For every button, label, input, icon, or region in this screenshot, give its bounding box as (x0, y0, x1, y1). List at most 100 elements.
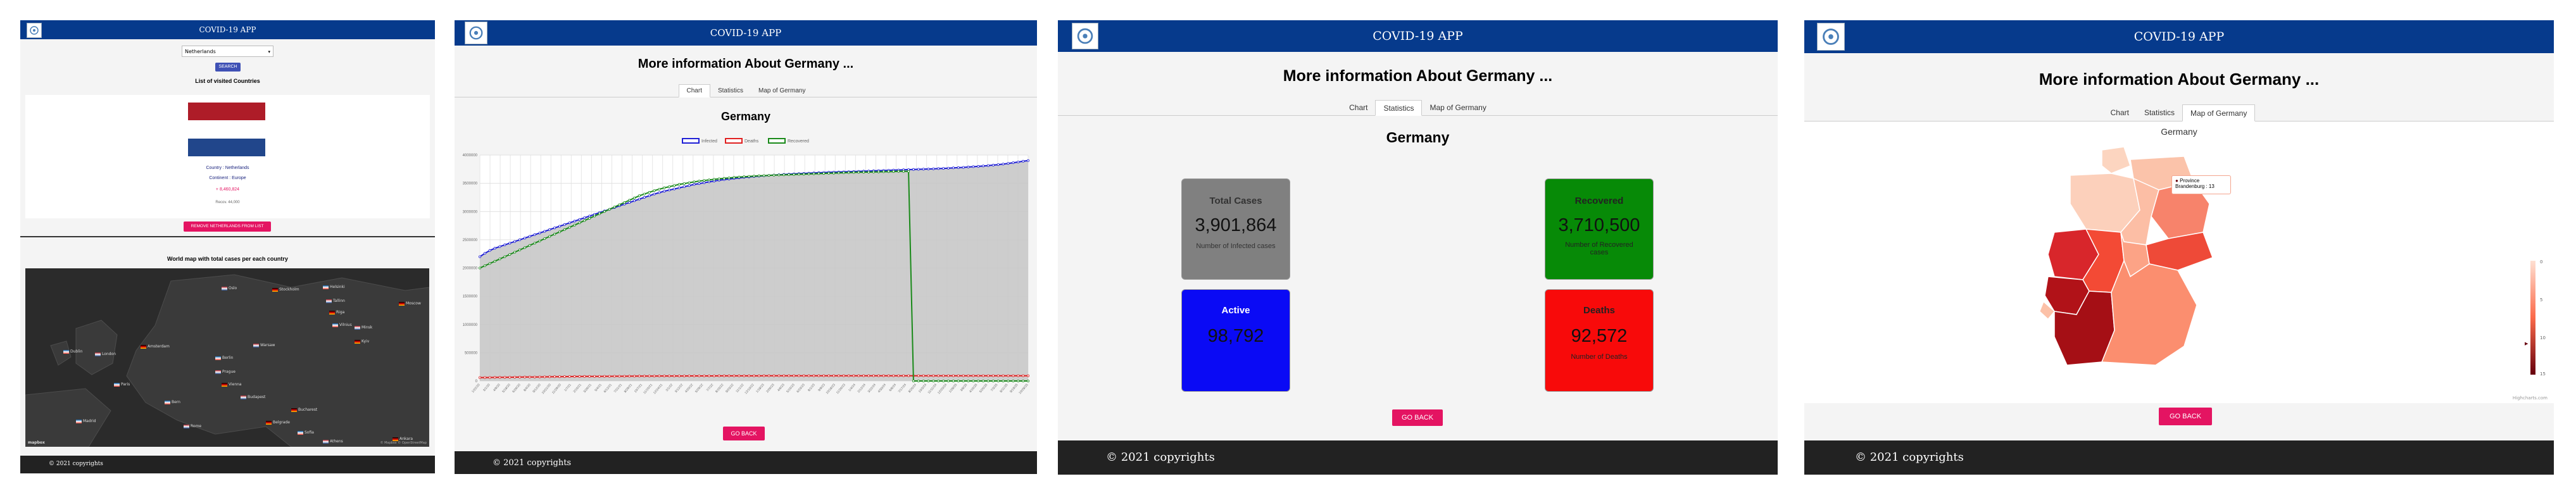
country-select[interactable]: Netherlands ▾ (182, 46, 273, 57)
tab-chart[interactable]: Chart (1341, 100, 1375, 115)
point-recovered (493, 259, 496, 263)
point-deaths (608, 375, 611, 378)
point-recovered (708, 178, 711, 182)
tab-chart[interactable]: Chart (2103, 104, 2137, 121)
point-recovered (907, 170, 910, 173)
go-back-button[interactable]: GO BACK (723, 427, 765, 440)
point-recovered (882, 170, 885, 173)
point-deaths (793, 374, 796, 377)
app-logo[interactable] (1817, 23, 1845, 51)
point-recovered (982, 379, 985, 382)
map-city-rome[interactable]: Rome (184, 424, 201, 428)
app-logo[interactable] (465, 22, 487, 44)
tab-statistics[interactable]: Statistics (2137, 104, 2182, 121)
x-tick-label: 8/15/22 (715, 383, 724, 394)
map-city-amsterdam[interactable]: Amsterdam (141, 344, 170, 349)
map-city-bucharest[interactable]: Bucharest (291, 408, 317, 412)
map-city-minsk[interactable]: Minsk (355, 325, 372, 330)
legend-tick-15: 15 (2540, 371, 2546, 377)
x-tick-label: 4/20/22 (684, 383, 694, 394)
card-subtitle: Number of Recovered cases (1565, 241, 1633, 256)
point-infected (638, 197, 641, 201)
map-city-ankara[interactable]: Ankara (393, 437, 413, 441)
point-recovered (653, 189, 656, 192)
map-city-london[interactable]: London (95, 352, 116, 356)
x-tick-label: 8/4/20 (523, 383, 532, 392)
point-recovered (892, 170, 895, 173)
x-tick-label: 11/15/21 (643, 383, 653, 395)
tab-map[interactable]: Map of Germany (2182, 104, 2256, 122)
card-title: Active (1221, 305, 1250, 316)
point-infected (578, 218, 581, 221)
germany-map[interactable] (1804, 122, 2554, 403)
go-back-button[interactable]: GO BACK (2159, 408, 2212, 425)
search-button[interactable]: SEARCH (215, 63, 241, 72)
map-city-moscow[interactable]: Moscow (399, 301, 421, 306)
map-city-bern[interactable]: Bern (165, 400, 180, 404)
map-city-riga[interactable]: Riga (329, 310, 344, 315)
point-deaths (682, 375, 686, 378)
tab-statistics[interactable]: Statistics (1375, 100, 1423, 116)
remove-country-button[interactable]: REMOVE NETHERLANDS FROM LIST (184, 222, 271, 232)
map-city-paris[interactable]: Paris (114, 382, 130, 387)
point-infected (563, 223, 566, 226)
point-deaths (558, 375, 561, 378)
tab-map[interactable]: Map of Germany (1422, 100, 1493, 115)
point-recovered (991, 379, 995, 382)
point-deaths (518, 375, 522, 378)
point-infected (927, 168, 930, 171)
point-deaths (593, 375, 596, 378)
map-city-helsinki[interactable]: Helsinki (323, 285, 345, 289)
point-recovered (548, 235, 551, 238)
tab-chart[interactable]: Chart (678, 84, 710, 97)
map-city-oslo[interactable]: Oslo (222, 286, 237, 290)
map-city-budapest[interactable]: Budapest (241, 395, 265, 399)
point-recovered (1027, 379, 1030, 382)
visited-country-card: Country : Netherlands Continent : Europe… (25, 95, 430, 218)
deaths-card: Deaths 92,572 Number of Deaths (1545, 289, 1654, 392)
x-tick-label: 3/26/21 (583, 383, 593, 394)
point-deaths (633, 375, 636, 378)
point-deaths (1022, 374, 1025, 377)
point-deaths (957, 374, 960, 377)
point-recovered (748, 175, 751, 178)
map-city-stockholm[interactable]: Stockholm (272, 287, 299, 292)
point-recovered (573, 223, 576, 227)
map-city-vienna[interactable]: Vienna (222, 382, 242, 387)
map-city-athens[interactable]: Athens (323, 439, 343, 444)
map-city-sofia[interactable]: Sofia (298, 430, 314, 435)
point-infected (483, 252, 486, 255)
point-infected (523, 237, 526, 240)
point-deaths (483, 376, 486, 379)
map-city-vilnius[interactable]: Vilnius (332, 323, 352, 327)
app-logo[interactable] (1072, 23, 1098, 49)
cases-chart[interactable]: Infected Deaths Recovered 4000000 3500000 30… (455, 131, 1037, 428)
point-infected (479, 255, 482, 258)
x-tick-label: 10/7/21 (634, 383, 643, 394)
map-city-warsaw[interactable]: Warsaw (253, 343, 275, 347)
world-map[interactable]: Oslo Stockholm Helsinki Tallinn Riga Vilnius M… (25, 268, 429, 447)
point-deaths (952, 374, 955, 377)
app-logo[interactable] (27, 23, 42, 38)
tab-statistics[interactable]: Statistics (710, 84, 751, 97)
point-recovered (922, 379, 925, 382)
recovered-small: Recov. 44,000 (215, 201, 240, 204)
map-city-berlin[interactable]: Berlin (215, 356, 233, 360)
point-recovered (677, 183, 681, 186)
map-city-tallinn[interactable]: Tallinn (326, 299, 345, 303)
point-recovered (712, 178, 715, 181)
point-recovered (513, 251, 517, 254)
point-recovered (518, 248, 522, 251)
point-recovered (967, 379, 970, 382)
tab-map[interactable]: Map of Germany (751, 84, 813, 97)
point-infected (653, 192, 656, 196)
point-recovered (588, 216, 591, 220)
map-city-dublin[interactable]: Dublin (63, 349, 82, 354)
map-city-madrid[interactable]: Madrid (76, 419, 96, 423)
go-back-button[interactable]: GO BACK (1392, 409, 1443, 426)
map-city-prague[interactable]: Prague (215, 370, 236, 374)
map-city-kyiv[interactable]: Kyiv (355, 339, 369, 344)
map-city-belgrade[interactable]: Belgrade (266, 420, 290, 425)
point-infected (583, 216, 586, 220)
point-deaths (563, 375, 566, 378)
